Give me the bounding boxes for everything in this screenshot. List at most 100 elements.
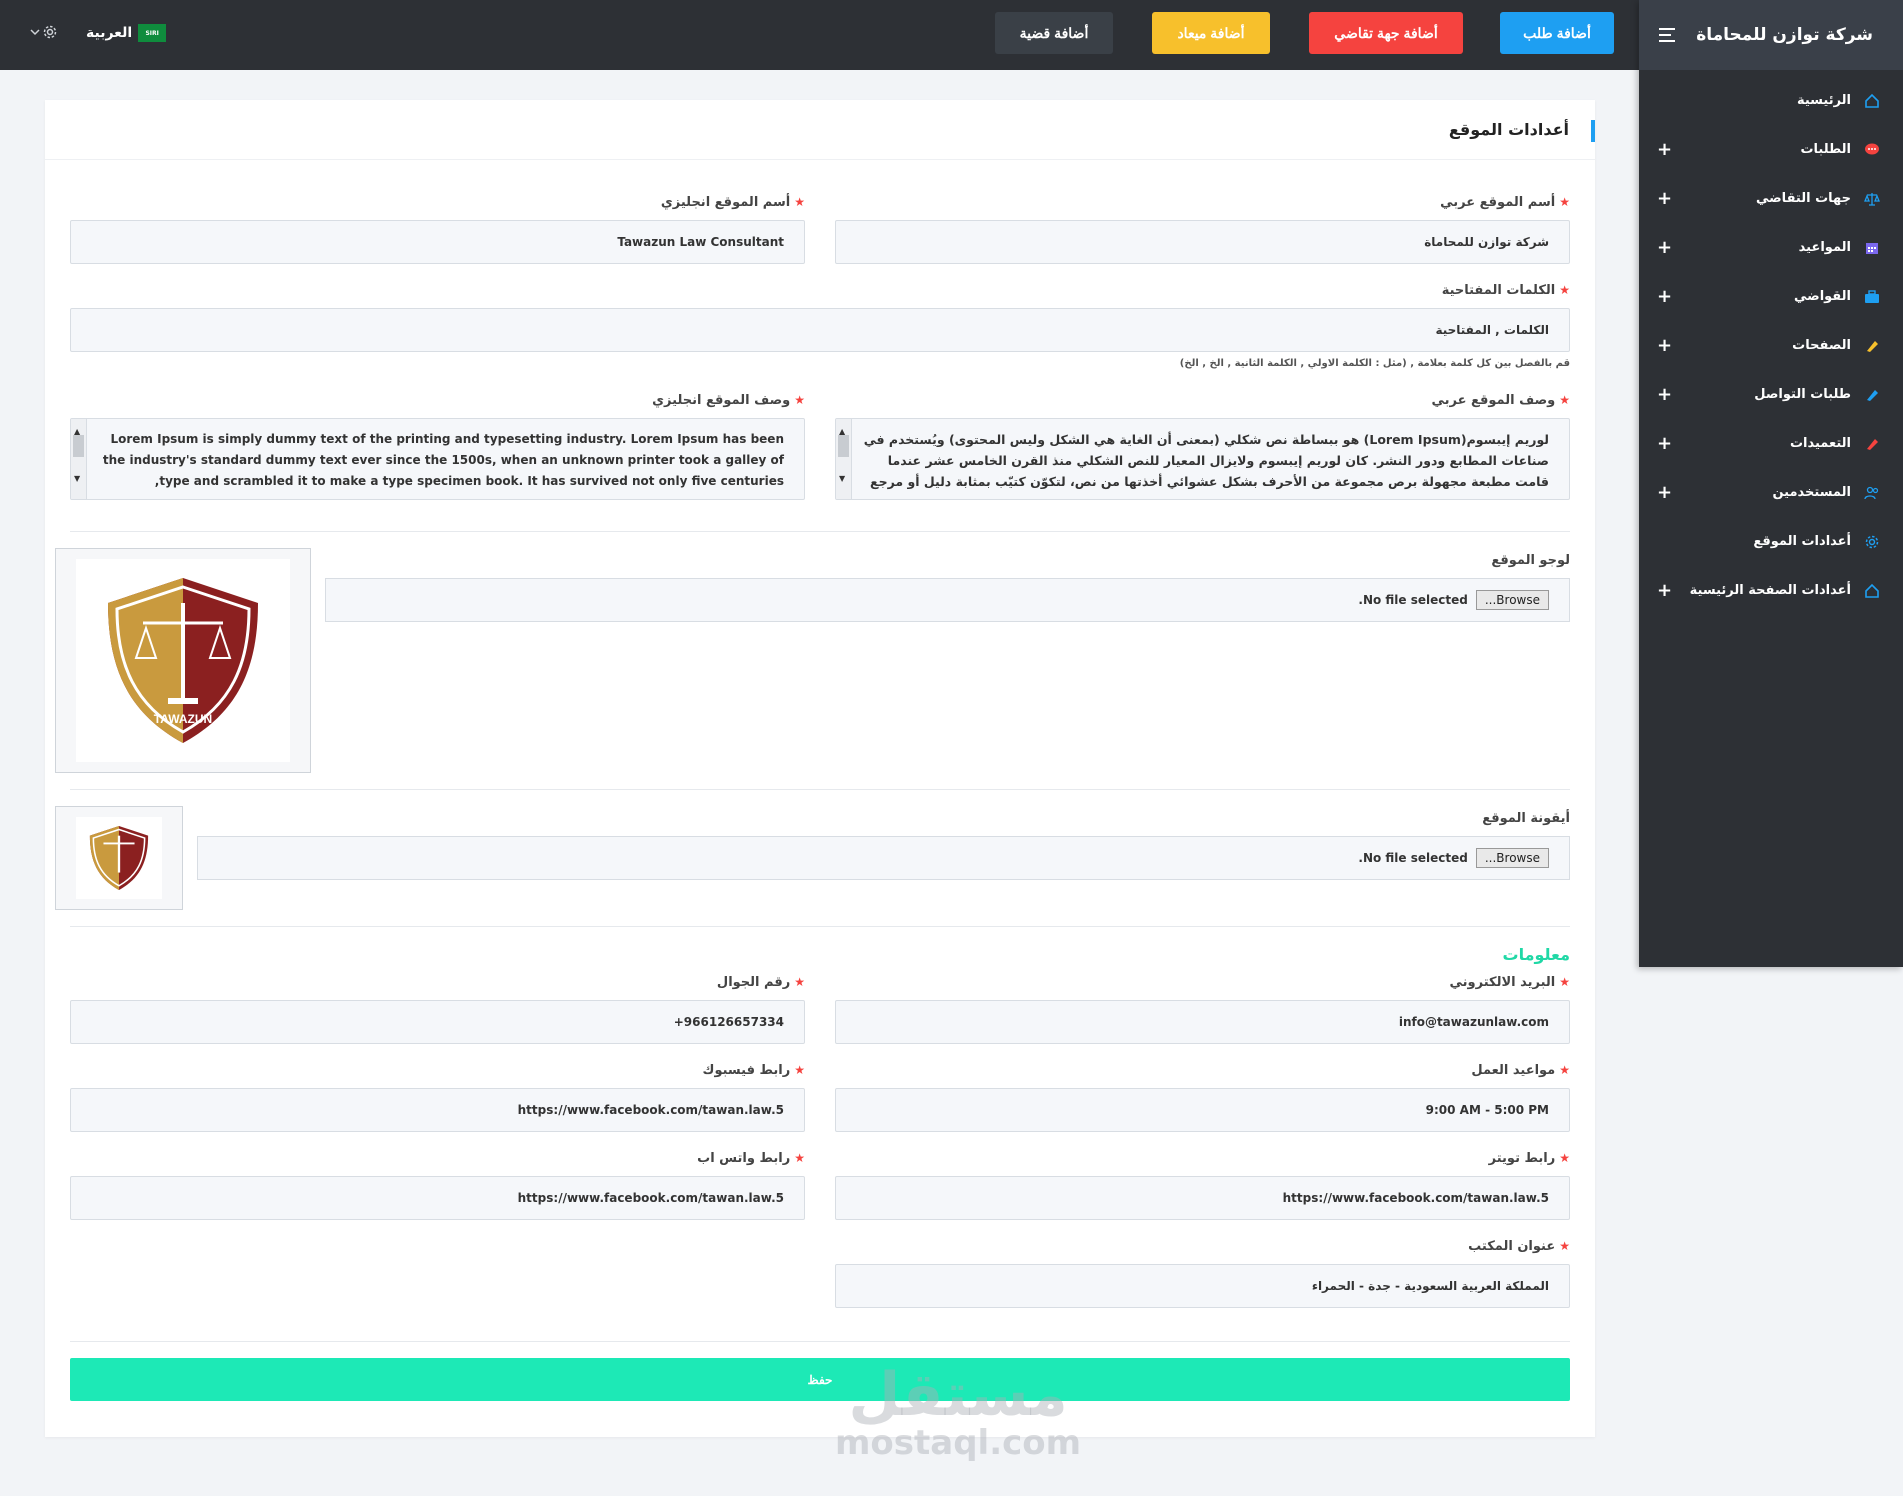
required-star-icon: ★ [794, 1151, 805, 1165]
sidebar-item-homepage-settings[interactable]: أعدادات الصفحة الرئيسية + [1639, 566, 1903, 615]
home-icon [1863, 92, 1881, 110]
email-field: ★ البريد الالكتروني info@tawazunlaw.com [835, 972, 1570, 1044]
pen-icon [1863, 386, 1881, 404]
tag-icon [1863, 435, 1881, 453]
facebook-input[interactable]: https://www.facebook.com/tawan.law.5 [70, 1088, 805, 1132]
required-star-icon: ★ [794, 1063, 805, 1077]
add-litigation-party-button[interactable]: أضافة جهة تقاضي [1309, 12, 1463, 54]
desc-en-textarea[interactable]: Lorem Ipsum is simply dummy text of the … [70, 418, 805, 500]
expand-plus-icon[interactable]: + [1657, 237, 1672, 258]
browse-button[interactable]: Browse... [1475, 848, 1549, 868]
required-star-icon: ★ [1559, 1063, 1570, 1077]
info-section-title: معلومات [1502, 945, 1571, 964]
sidebar-item-contact-requests[interactable]: طلبات التواصل + [1639, 370, 1903, 419]
divider [70, 531, 1570, 532]
desc-ar-field: ★ وصف الموقع عربي لوريم إيبسوم(Lorem Ipsu… [835, 390, 1570, 500]
expand-plus-icon[interactable]: + [1657, 139, 1672, 160]
sidebar-item-pages[interactable]: الصفحات + [1639, 321, 1903, 370]
top-navbar: أضافة طلب أضافة جهة تقاضي أضافة ميعاد أض… [0, 0, 1903, 70]
expand-plus-icon[interactable]: + [1657, 482, 1672, 503]
required-star-icon: ★ [1559, 393, 1570, 407]
chat-icon [1863, 141, 1881, 159]
save-button[interactable]: حفظ [70, 1358, 1570, 1401]
site-name-ar-input[interactable]: شركة توازن للمحاماة [835, 220, 1570, 264]
desc-en-field: ★ وصف الموقع انجليزي Lorem Ipsum is simpl… [70, 390, 805, 500]
whatsapp-field: ★ رابط واتس اب https://www.facebook.com/t… [70, 1148, 805, 1220]
divider [70, 926, 1570, 927]
required-star-icon: ★ [794, 393, 805, 407]
twitter-field: ★ رابط تويتر https://www.facebook.com/taw… [835, 1148, 1570, 1220]
required-star-icon: ★ [794, 975, 805, 989]
keywords-input[interactable]: الكلمات , المفتاحية [70, 308, 1570, 352]
work-hours-input[interactable]: 9:00 AM - 5:00 PM [835, 1088, 1570, 1132]
phone-field: ★ رقم الجوال +966126657334 [70, 972, 805, 1044]
svg-text:TAWAZUN: TAWAZUN [154, 712, 212, 726]
language-switcher[interactable]: العربية SIRI [86, 24, 167, 42]
chevron-down-icon [30, 29, 40, 36]
address-field: ★ عنوان المكتب المملكة العربية السعودية -… [835, 1236, 1570, 1308]
sidebar-item-assignments[interactable]: التعميدات + [1639, 419, 1903, 468]
email-input[interactable]: info@tawazunlaw.com [835, 1000, 1570, 1044]
tawazun-favicon-logo [89, 825, 149, 891]
required-star-icon: ★ [1559, 1239, 1570, 1253]
sidebar: شركة توازن للمحاماة الرئيسية الطلبات + ج… [1639, 0, 1903, 967]
site-name-en-input[interactable]: Tawazun Law Consultant [70, 220, 805, 264]
expand-plus-icon[interactable]: + [1657, 188, 1672, 209]
sidebar-brand: شركة توازن للمحاماة [1639, 0, 1903, 70]
add-appointment-button[interactable]: أضافة ميعاد [1152, 12, 1270, 54]
whatsapp-input[interactable]: https://www.facebook.com/tawan.law.5 [70, 1176, 805, 1220]
address-input[interactable]: المملكة العربية السعودية - جدة - الحمراء [835, 1264, 1570, 1308]
page-title: أعدادات الموقع [1448, 120, 1569, 139]
sidebar-item-requests[interactable]: الطلبات + [1639, 125, 1903, 174]
add-request-button[interactable]: أضافة طلب [1500, 12, 1614, 54]
logo-file-input[interactable]: Browse... No file selected. [325, 578, 1570, 622]
expand-plus-icon[interactable]: + [1657, 286, 1672, 307]
logo-field: لوجو الموقع Browse... No file selected. [325, 550, 1570, 622]
brand-title: شركة توازن للمحاماة [1696, 25, 1873, 45]
tawazun-shield-logo: TAWAZUN [108, 578, 258, 743]
divider [70, 1341, 1570, 1342]
required-star-icon: ★ [1559, 1151, 1570, 1165]
logo-preview: TAWAZUN [55, 548, 311, 773]
favicon-preview [55, 806, 183, 910]
title-accent-bar [1591, 120, 1595, 142]
saudi-flag-icon: SIRI [138, 24, 167, 42]
pencil-icon [1863, 337, 1881, 355]
settings-dropdown[interactable] [30, 24, 58, 40]
expand-plus-icon[interactable]: + [1657, 335, 1672, 356]
expand-plus-icon[interactable]: + [1657, 433, 1672, 454]
scale-icon [1863, 190, 1881, 208]
sidebar-item-home[interactable]: الرئيسية [1639, 76, 1903, 125]
add-case-button[interactable]: أضافة قضية [995, 12, 1113, 54]
briefcase-icon [1863, 288, 1881, 306]
favicon-file-input[interactable]: Browse... No file selected. [197, 836, 1570, 880]
expand-plus-icon[interactable]: + [1657, 580, 1672, 601]
desc-ar-textarea[interactable]: لوريم إيبسوم(Lorem Ipsum) هو ببساطة نص ش… [835, 418, 1570, 500]
required-star-icon: ★ [1559, 975, 1570, 989]
calendar-icon [1863, 239, 1881, 257]
site-settings-card: أعدادات الموقع ★ أسم الموقع عربي شركة توا… [45, 100, 1595, 1437]
site-name-ar-field: ★ أسم الموقع عربي شركة توازن للمحاماة [835, 192, 1570, 264]
keywords-hint: قم بالفصل بين كل كلمة بعلامة , (مثل : ال… [1179, 358, 1570, 369]
browse-button[interactable]: Browse... [1475, 590, 1549, 610]
required-star-icon: ★ [794, 195, 805, 209]
expand-plus-icon[interactable]: + [1657, 384, 1672, 405]
required-star-icon: ★ [1559, 283, 1570, 297]
sidebar-item-appointments[interactable]: المواعيد + [1639, 223, 1903, 272]
users-icon [1863, 484, 1881, 502]
sidebar-item-site-settings[interactable]: أعدادات الموقع [1639, 517, 1903, 566]
twitter-input[interactable]: https://www.facebook.com/tawan.law.5 [835, 1176, 1570, 1220]
divider [70, 789, 1570, 790]
required-star-icon: ★ [1559, 195, 1570, 209]
home-icon [1863, 582, 1881, 600]
phone-input[interactable]: +966126657334 [70, 1000, 805, 1044]
sidebar-item-users[interactable]: المستخدمين + [1639, 468, 1903, 517]
gear-icon [43, 25, 57, 39]
sidebar-item-litigation-parties[interactable]: جهات التقاضي + [1639, 174, 1903, 223]
textarea-scrollbar[interactable]: ▲ ▼ [836, 419, 852, 499]
sidebar-item-cases[interactable]: القواضي + [1639, 272, 1903, 321]
mostaql-watermark: مستقل mostaql.com [835, 1360, 1082, 1463]
menu-toggle-icon[interactable] [1659, 28, 1675, 42]
favicon-field: أيقونة الموقع Browse... No file selected… [197, 808, 1570, 880]
textarea-scrollbar[interactable]: ▲ ▼ [71, 419, 87, 499]
